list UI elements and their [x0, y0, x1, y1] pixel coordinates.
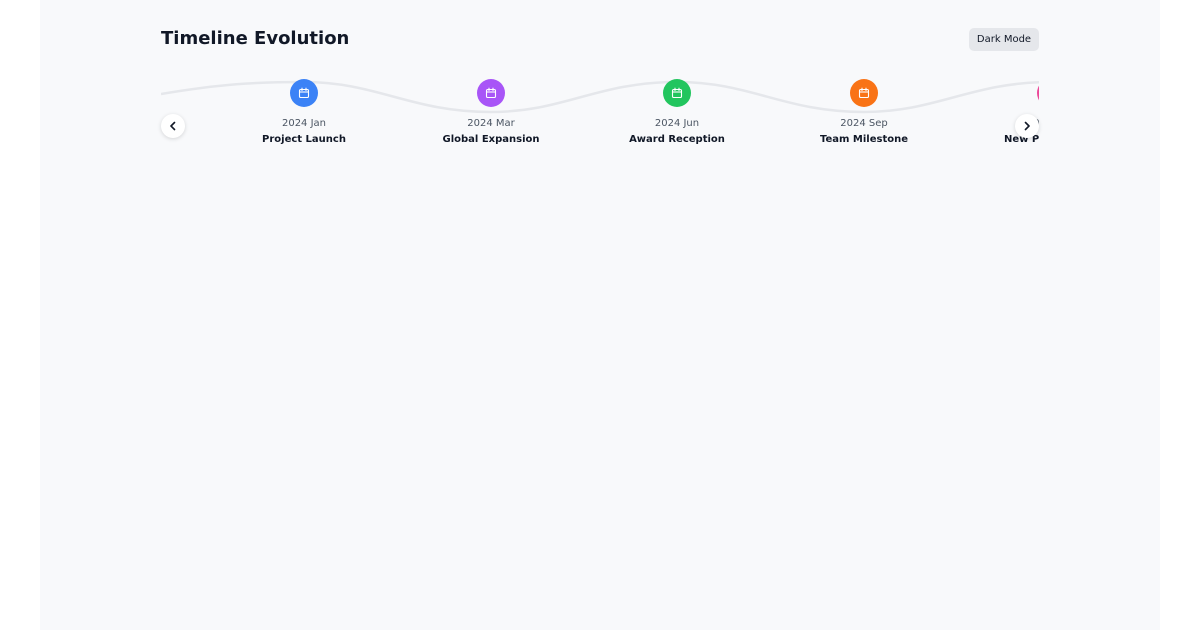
timeline-item-date: 2024 Sep: [840, 118, 888, 129]
chevron-left-icon: [170, 121, 176, 131]
timeline-marker[interactable]: [290, 79, 318, 107]
calendar-icon: [858, 87, 870, 99]
calendar-icon: [671, 87, 683, 99]
page-background: Timeline Evolution Dark Mode 2024 Jan Pro…: [40, 0, 1160, 630]
calendar-icon: [298, 87, 310, 99]
timeline-item-title: Team Milestone: [819, 134, 909, 145]
timeline-item-title: Global Expansion: [442, 134, 540, 145]
timeline-item-date: 2024 Jan: [281, 118, 327, 129]
timeline-item-title: Award Reception: [629, 134, 725, 145]
next-button[interactable]: [1015, 114, 1039, 138]
chevron-right-icon: [1024, 121, 1030, 131]
timeline-item-title: Project Launch: [262, 134, 346, 145]
timeline-marker[interactable]: [663, 79, 691, 107]
timeline-viewport: 2024 Jan Project Launch 2024 Mar Global Exp…: [161, 62, 1039, 172]
timeline-item-date: 2024 Jun: [654, 118, 700, 129]
dark-mode-button[interactable]: Dark Mode: [969, 28, 1039, 51]
page-title: Timeline Evolution: [161, 28, 350, 49]
timeline-marker[interactable]: [850, 79, 878, 107]
timeline-item-date: 2024 Mar: [467, 118, 515, 129]
prev-button[interactable]: [161, 114, 185, 138]
calendar-icon: [485, 87, 497, 99]
timeline-marker[interactable]: [477, 79, 505, 107]
